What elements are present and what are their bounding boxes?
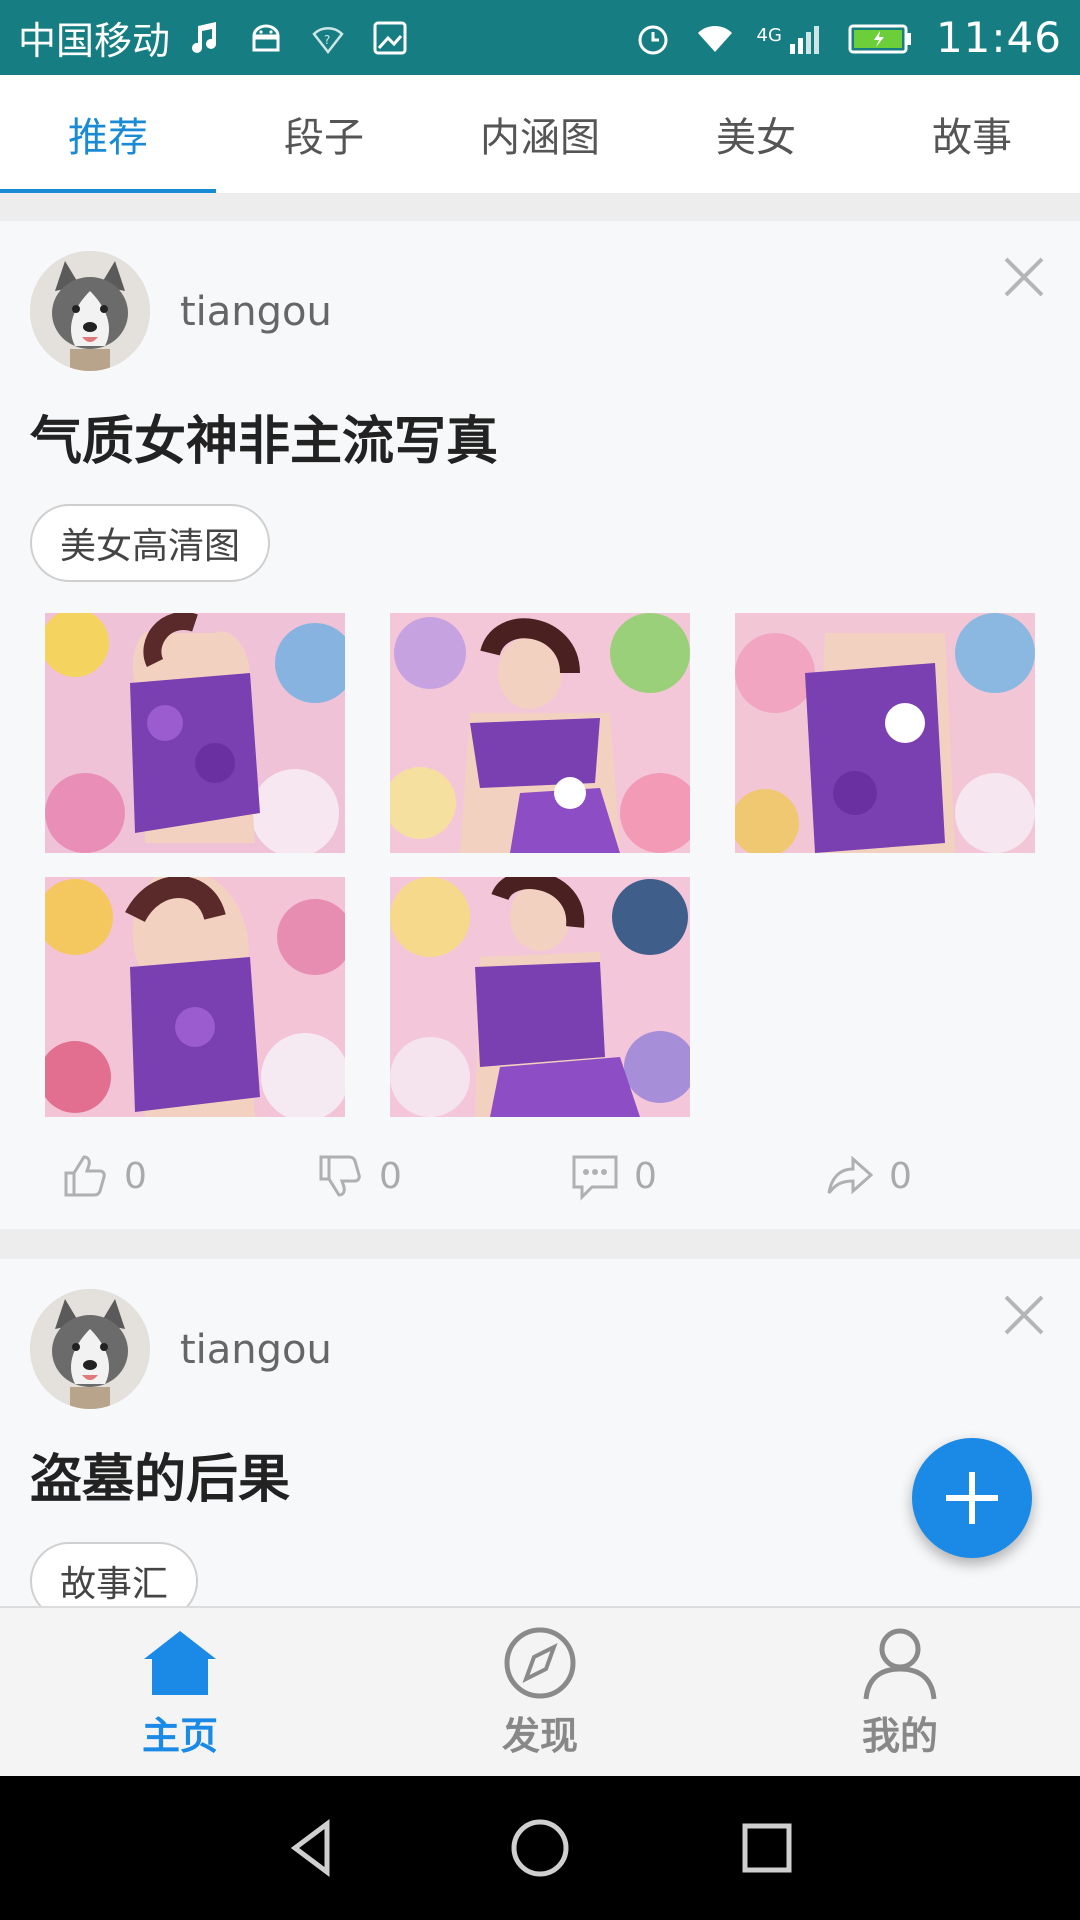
tab-meme-pics[interactable]: 内涵图 bbox=[432, 75, 648, 193]
back-icon[interactable] bbox=[281, 1816, 345, 1880]
add-post-button[interactable] bbox=[912, 1438, 1032, 1558]
svg-text:?: ? bbox=[324, 33, 330, 47]
nav-home[interactable]: 主页 bbox=[0, 1608, 360, 1776]
post-tag[interactable]: 故事汇 bbox=[30, 1542, 199, 1606]
post-image[interactable] bbox=[390, 613, 690, 853]
like-button[interactable]: 0 bbox=[0, 1146, 255, 1206]
post-title[interactable]: 盗墓的后果 bbox=[30, 1437, 290, 1512]
post-card[interactable]: tiangou 盗墓的后果 故事汇 bbox=[0, 1259, 1080, 1606]
comment-icon bbox=[572, 1155, 618, 1201]
app-screen: 中国移动 ? 4G 11:46 推荐 段子 内涵图 美女 故事 tiangou … bbox=[0, 0, 1080, 1920]
avatar[interactable] bbox=[30, 251, 150, 371]
status-notification-icons: ? bbox=[184, 18, 410, 58]
tab-stories[interactable]: 故事 bbox=[864, 75, 1080, 193]
avatar[interactable] bbox=[30, 1289, 150, 1409]
post-image[interactable] bbox=[45, 877, 345, 1117]
share-button[interactable]: 0 bbox=[765, 1146, 1020, 1206]
alarm-icon bbox=[638, 25, 668, 54]
nav-mine-label: 我的 bbox=[861, 1713, 938, 1758]
gallery-icon bbox=[373, 21, 407, 54]
husky-avatar-image bbox=[30, 251, 150, 371]
feed-list[interactable]: tiangou 气质女神非主流写真 美女高清图 0 0 0 0 tiangou … bbox=[0, 221, 1080, 1606]
nav-home-label: 主页 bbox=[141, 1713, 218, 1758]
android-icon bbox=[252, 24, 280, 51]
username[interactable]: tiangou bbox=[180, 289, 332, 335]
post-actions: 0 0 0 0 bbox=[0, 1146, 1080, 1206]
share-icon bbox=[827, 1155, 874, 1195]
username[interactable]: tiangou bbox=[180, 1327, 332, 1373]
post-image[interactable] bbox=[390, 877, 690, 1117]
system-navigation-bar bbox=[0, 1776, 1080, 1920]
post-card[interactable]: tiangou 气质女神非主流写真 美女高清图 0 0 0 0 bbox=[0, 221, 1080, 1229]
close-icon[interactable] bbox=[998, 1289, 1050, 1341]
nav-discover[interactable]: 发现 bbox=[360, 1608, 720, 1776]
flower-photo bbox=[390, 613, 690, 853]
tab-recommend[interactable]: 推荐 bbox=[0, 75, 216, 193]
share-count: 0 bbox=[889, 1155, 912, 1197]
compass-icon bbox=[504, 1627, 576, 1698]
plus-icon bbox=[946, 1472, 998, 1524]
wifi-question-icon: ? bbox=[312, 26, 344, 54]
post-tag[interactable]: 美女高清图 bbox=[30, 504, 271, 582]
dislike-count: 0 bbox=[379, 1155, 402, 1197]
post-image[interactable] bbox=[735, 613, 1035, 853]
close-icon[interactable] bbox=[998, 251, 1050, 303]
status-system-icons: 4G 11:46 bbox=[633, 13, 1062, 62]
nav-mine[interactable]: 我的 bbox=[720, 1608, 1080, 1776]
comment-button[interactable]: 0 bbox=[510, 1146, 765, 1206]
carrier-label: 中国移动 bbox=[18, 19, 171, 63]
post-image[interactable] bbox=[45, 613, 345, 853]
music-icon bbox=[192, 21, 217, 53]
category-tabs: 推荐 段子 内涵图 美女 故事 bbox=[0, 75, 1080, 193]
dislike-button[interactable]: 0 bbox=[255, 1146, 510, 1206]
like-count: 0 bbox=[124, 1155, 147, 1197]
thumbs-up-icon bbox=[64, 1155, 106, 1197]
husky-avatar-image bbox=[30, 1289, 150, 1409]
signal-icon bbox=[789, 25, 819, 54]
comment-count: 0 bbox=[634, 1155, 657, 1197]
flower-photo bbox=[735, 613, 1035, 853]
post-title[interactable]: 气质女神非主流写真 bbox=[30, 399, 498, 474]
status-bar: 中国移动 ? 4G 11:46 bbox=[0, 0, 1080, 75]
recents-icon[interactable] bbox=[735, 1816, 799, 1880]
flower-photo bbox=[45, 877, 345, 1117]
user-icon bbox=[863, 1628, 937, 1699]
bottom-navigation: 主页 发现 我的 bbox=[0, 1606, 1080, 1776]
nav-discover-label: 发现 bbox=[501, 1713, 578, 1758]
flower-photo bbox=[45, 613, 345, 853]
battery-icon bbox=[848, 24, 911, 53]
wifi-icon bbox=[697, 25, 732, 52]
home-circle-icon[interactable] bbox=[508, 1816, 572, 1880]
tab-jokes[interactable]: 段子 bbox=[216, 75, 432, 193]
clock: 11:46 bbox=[935, 13, 1062, 62]
flower-photo bbox=[390, 877, 690, 1117]
thumbs-down-icon bbox=[319, 1155, 361, 1197]
home-icon bbox=[144, 1630, 216, 1695]
network-type-label: 4G bbox=[756, 25, 782, 46]
tab-beauty[interactable]: 美女 bbox=[648, 75, 864, 193]
divider bbox=[0, 193, 1080, 221]
